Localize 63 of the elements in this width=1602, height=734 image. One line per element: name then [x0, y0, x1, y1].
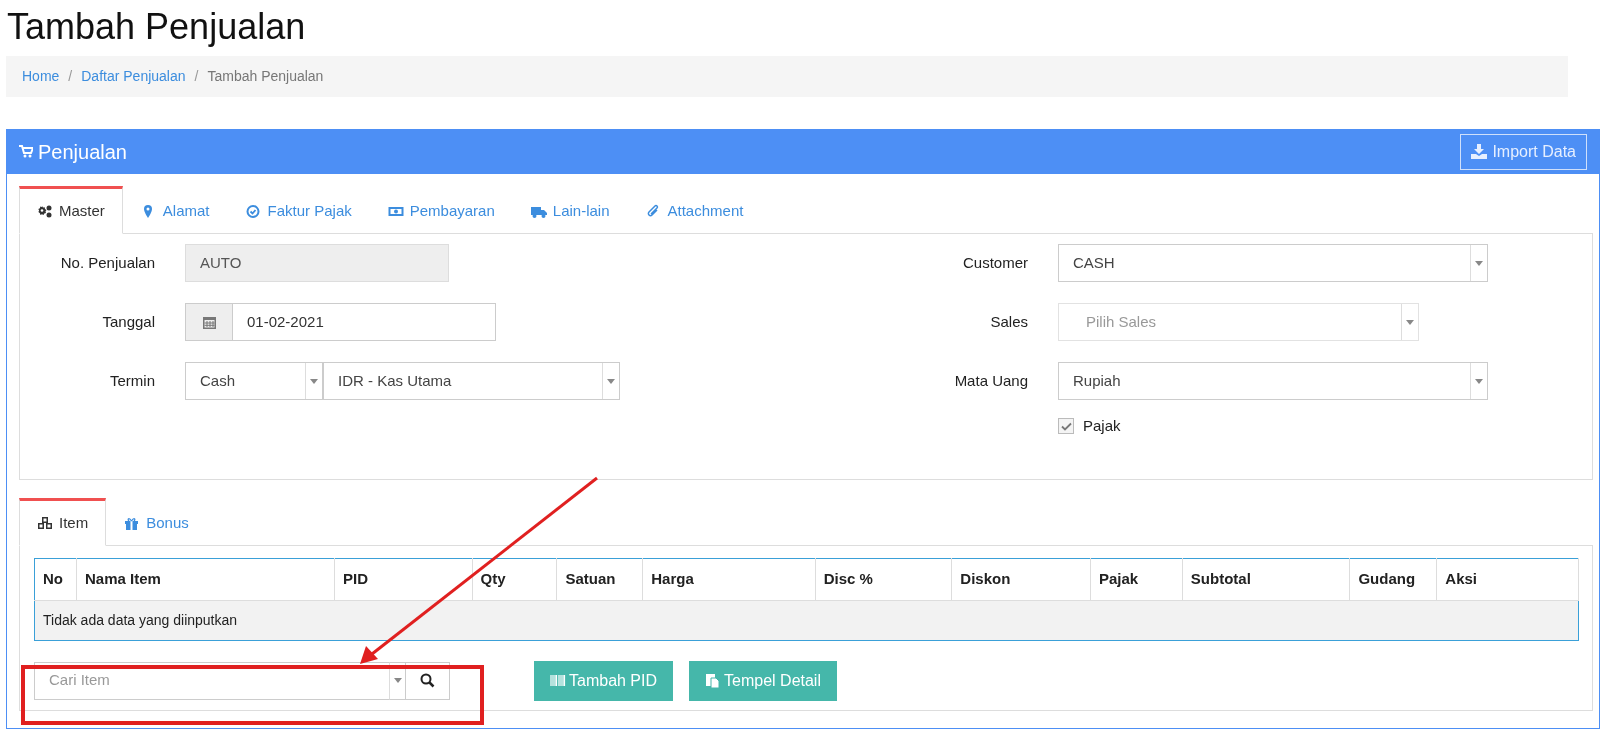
caret-icon — [1475, 260, 1483, 266]
column-header: Diskon — [951, 558, 1091, 600]
caret-icon — [310, 378, 318, 384]
tab[interactable]: Alamat — [122, 186, 228, 234]
column-header: Pajak — [1090, 558, 1183, 600]
barcode-icon — [550, 673, 566, 688]
field-label: Customer — [961, 252, 1029, 273]
item-search-field[interactable]: Cari Item — [34, 661, 389, 700]
column-header: Gudang — [1349, 558, 1437, 600]
page-title: Tambah Penjualan — [7, 5, 307, 49]
tab[interactable]: Faktur Pajak — [227, 186, 370, 234]
breadcrumb-current: Tambah Penjualan — [207, 67, 324, 86]
select-field[interactable]: Pilih Sales — [1058, 303, 1419, 341]
caret-icon — [607, 378, 615, 384]
column-header: Nama Item — [76, 558, 335, 600]
field-label: Tanggal — [101, 311, 156, 332]
field-label: Sales — [989, 311, 1029, 332]
gift-icon — [124, 515, 141, 531]
column-header: Satuan — [556, 558, 643, 600]
breadcrumb-separator: / — [193, 67, 200, 86]
field-label: Mata Uang — [953, 370, 1029, 391]
calendar-icon — [202, 315, 216, 329]
tab[interactable]: Lain-lain — [512, 186, 628, 234]
tab[interactable]: Item — [19, 498, 107, 546]
breadcrumb-separator: / — [67, 67, 74, 86]
empty-message: Tidak ada data yang diinputkan — [34, 600, 1579, 640]
caret-icon — [393, 678, 402, 683]
select-field[interactable]: CASH — [1058, 244, 1488, 282]
field-label: No. Penjualan — [59, 252, 156, 273]
paste-icon — [705, 673, 722, 688]
cart-icon — [19, 145, 33, 158]
column-header: Qty — [472, 558, 557, 600]
gears-icon — [37, 203, 53, 219]
column-header: No — [34, 558, 77, 600]
select-field[interactable]: Cash — [185, 362, 323, 400]
tab[interactable]: Master — [19, 186, 123, 234]
checkbox[interactable] — [1058, 418, 1074, 435]
import-data-button[interactable]: Import Data — [1460, 133, 1587, 170]
download-icon — [1471, 144, 1488, 159]
column-header: Subtotal — [1182, 558, 1350, 600]
breadcrumb-link[interactable]: Daftar Penjualan — [81, 66, 186, 87]
search-icon — [420, 673, 435, 688]
caret-icon — [1475, 378, 1483, 384]
readonly-field: AUTO — [185, 244, 449, 282]
select-field[interactable]: Rupiah — [1058, 362, 1488, 400]
check-circle-icon — [245, 203, 262, 219]
column-header: PID — [334, 558, 473, 600]
tab[interactable]: Bonus — [106, 498, 207, 546]
panel-title: Penjualan — [38, 139, 127, 165]
cubes-icon — [37, 515, 53, 531]
action-button[interactable]: Tempel Detail — [689, 660, 837, 701]
tab[interactable]: Pembayaran — [369, 186, 513, 234]
column-header: Harga — [642, 558, 816, 600]
caret-icon — [1406, 319, 1414, 325]
select-field[interactable]: IDR - Kas Utama — [323, 362, 620, 400]
column-header: Disc % — [815, 558, 952, 600]
breadcrumb-link[interactable]: Home — [22, 66, 60, 87]
tab[interactable]: Attachment — [627, 186, 762, 234]
checkbox-label: Pajak — [1083, 416, 1121, 436]
action-button[interactable]: Tambah PID — [534, 660, 674, 701]
date-field[interactable]: 01-02-2021 — [185, 303, 496, 341]
column-header: Aksi — [1436, 558, 1579, 600]
field-label: Termin — [109, 370, 156, 391]
